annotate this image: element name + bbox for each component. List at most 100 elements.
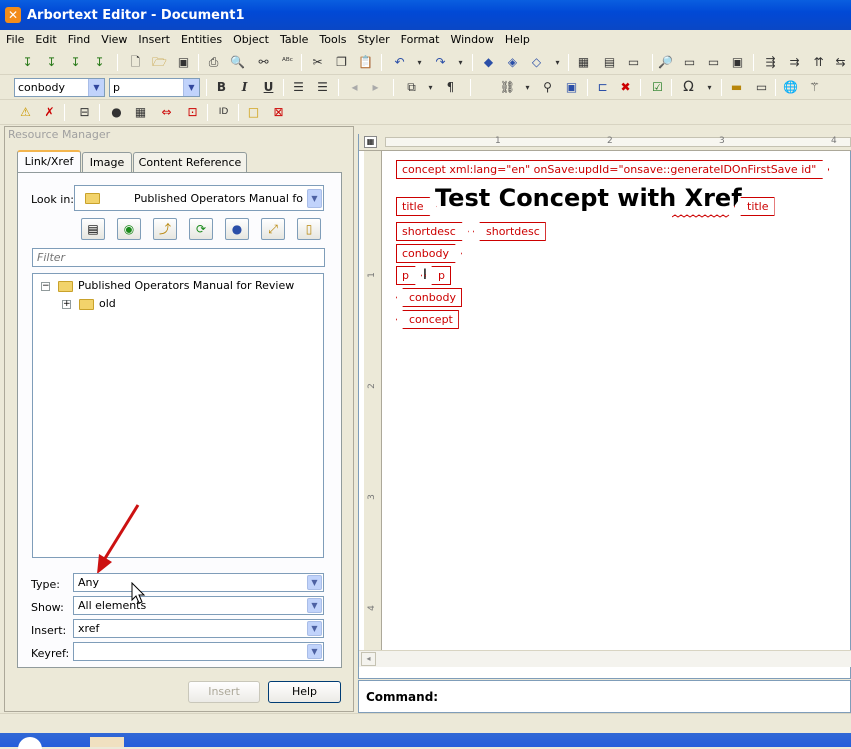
markup-dropdown-icon[interactable]: ▾: [548, 53, 567, 72]
taskbar-item[interactable]: [90, 737, 124, 747]
tab-image[interactable]: Image: [82, 152, 132, 174]
chevron-down-icon[interactable]: ▼: [183, 79, 199, 96]
omega-button[interactable]: Ω: [679, 78, 698, 97]
insert-markup-icon[interactable]: ◆: [479, 53, 498, 72]
previous-icon[interactable]: ◂: [345, 78, 364, 97]
more-tools-icon[interactable]: ⇆: [831, 53, 850, 72]
id-tag-icon[interactable]: ID: [214, 103, 233, 122]
concept-open-tag[interactable]: concept xml:lang="en" onSave:updId="onsa…: [396, 160, 829, 179]
menu-edit[interactable]: Edit: [29, 30, 61, 46]
grid-icon[interactable]: ▦: [131, 103, 150, 122]
check-in-icon[interactable]: ↧: [18, 53, 37, 72]
horizontal-scrollbar[interactable]: ◂: [359, 650, 851, 667]
window-split-icon[interactable]: ▭: [704, 53, 723, 72]
back-button[interactable]: ◉: [117, 218, 141, 240]
highlight-box-icon[interactable]: □: [244, 103, 263, 122]
title-text[interactable]: Test Concept with Xref: [435, 184, 742, 212]
type-select[interactable]: Any ▼: [73, 573, 324, 592]
chevron-down-icon[interactable]: ▼: [307, 644, 322, 659]
copy-icon[interactable]: ❐: [332, 53, 351, 72]
outline-icon[interactable]: ⇶: [761, 53, 780, 72]
merge-icon[interactable]: ⊡: [183, 103, 202, 122]
chevron-down-icon[interactable]: ▼: [307, 189, 322, 208]
redo-dropdown-icon[interactable]: ▾: [451, 53, 470, 72]
image-icon[interactable]: ▬: [727, 78, 746, 97]
menu-object[interactable]: Object: [227, 30, 274, 46]
bomb-icon[interactable]: ●: [107, 103, 126, 122]
menu-file[interactable]: File: [0, 30, 29, 46]
keyref-select[interactable]: ▼: [73, 642, 324, 661]
numbered-list-icon[interactable]: ☰: [289, 78, 308, 97]
table-icon[interactable]: ▦: [574, 53, 593, 72]
properties-button[interactable]: ▯: [297, 218, 321, 240]
pilcrow-button[interactable]: ¶: [441, 78, 460, 97]
print-icon[interactable]: ⎙: [204, 53, 223, 72]
menu-format[interactable]: Format: [395, 30, 445, 46]
help-button[interactable]: Help: [268, 681, 341, 703]
shortdesc-open-tag[interactable]: shortdesc: [396, 222, 469, 241]
layout-icon[interactable]: ⊟: [75, 103, 94, 122]
print-preview-icon[interactable]: 🔍: [228, 53, 247, 72]
chevron-down-icon[interactable]: ▼: [307, 598, 322, 613]
collapse-icon[interactable]: −: [41, 281, 50, 291]
next-icon[interactable]: ▸: [366, 78, 385, 97]
open-folder-icon[interactable]: 🗁: [150, 53, 169, 72]
no-markup-icon[interactable]: ✗: [40, 103, 59, 122]
save-icon[interactable]: ▣: [174, 53, 193, 72]
undo-icon[interactable]: ↶: [390, 53, 409, 72]
tree-root-item[interactable]: − Published Operators Manual for Review: [41, 279, 294, 292]
menu-help[interactable]: Help: [499, 30, 535, 46]
insert-select[interactable]: xref ▼: [73, 619, 324, 638]
clear-box-icon[interactable]: ⊠: [269, 103, 288, 122]
globe-icon[interactable]: 🌐: [781, 78, 800, 97]
window-icon[interactable]: ▭: [680, 53, 699, 72]
conbody-open-tag[interactable]: conbody: [396, 244, 462, 263]
edit-xref-icon[interactable]: ⊏: [593, 78, 612, 97]
title-open-tag[interactable]: title: [396, 197, 437, 216]
view-menu-button[interactable]: ▤: [81, 218, 105, 240]
menu-insert[interactable]: Insert: [132, 30, 175, 46]
validate-icon[interactable]: ☑: [648, 78, 667, 97]
refresh-button[interactable]: ⟳: [189, 218, 213, 240]
new-document-icon[interactable]: 🗋: [126, 53, 145, 72]
span-icon[interactable]: ⇔: [157, 103, 176, 122]
tab-link-xref[interactable]: Link/Xref: [17, 150, 81, 174]
chevron-down-icon[interactable]: ▼: [307, 621, 322, 636]
insert-button[interactable]: Insert: [188, 681, 260, 703]
link-dropdown-icon[interactable]: ▾: [518, 78, 537, 97]
find-icon[interactable]: ⚯: [254, 53, 273, 72]
look-in-select[interactable]: Published Operators Manual fo ▼: [74, 185, 324, 211]
cancel-checkout-icon[interactable]: ↧: [90, 53, 109, 72]
link-icon[interactable]: ⛓: [498, 78, 517, 97]
omega-dropdown-icon[interactable]: ▾: [700, 78, 719, 97]
bold-button[interactable]: B: [212, 78, 231, 97]
table-insert-icon[interactable]: ▤: [600, 53, 619, 72]
italic-button[interactable]: I: [235, 78, 254, 97]
spellcheck-icon[interactable]: ᴬᴮᶜ: [278, 53, 297, 72]
find-link-icon[interactable]: ⚲: [538, 78, 557, 97]
tree-child-item[interactable]: + old: [62, 297, 116, 310]
menu-styler[interactable]: Styler: [352, 30, 395, 46]
zoom-in-icon[interactable]: 🔎: [656, 53, 675, 72]
paragraph-combo[interactable]: p ▼: [109, 78, 200, 97]
menu-view[interactable]: View: [95, 30, 132, 46]
menu-table[interactable]: Table: [274, 30, 313, 46]
copy-element-icon[interactable]: ▣: [562, 78, 581, 97]
document-title-text[interactable]: Test Concept with Xref: [435, 184, 742, 212]
bulleted-list-icon[interactable]: ☰: [313, 78, 332, 97]
browse-file-button[interactable]: ⤢: [261, 218, 285, 240]
expand-icon[interactable]: +: [62, 299, 71, 309]
warning-icon[interactable]: ⚠: [16, 103, 35, 122]
menu-find[interactable]: Find: [62, 30, 96, 46]
chevron-down-icon[interactable]: ▼: [88, 79, 104, 96]
redo-icon[interactable]: ↷: [431, 53, 450, 72]
filter-input[interactable]: [32, 248, 325, 267]
shortdesc-close-tag[interactable]: shortdesc: [473, 222, 546, 241]
paste-icon[interactable]: 📋: [356, 53, 375, 72]
up-folder-button[interactable]: ⤴: [153, 218, 177, 240]
element-combo[interactable]: conbody ▼: [14, 78, 105, 97]
window-arrange-icon[interactable]: ▣: [728, 53, 747, 72]
command-bar[interactable]: Command:: [358, 680, 851, 713]
insert-special-icon[interactable]: ⧉: [402, 78, 421, 97]
folder-tree[interactable]: − Published Operators Manual for Review …: [32, 273, 324, 558]
